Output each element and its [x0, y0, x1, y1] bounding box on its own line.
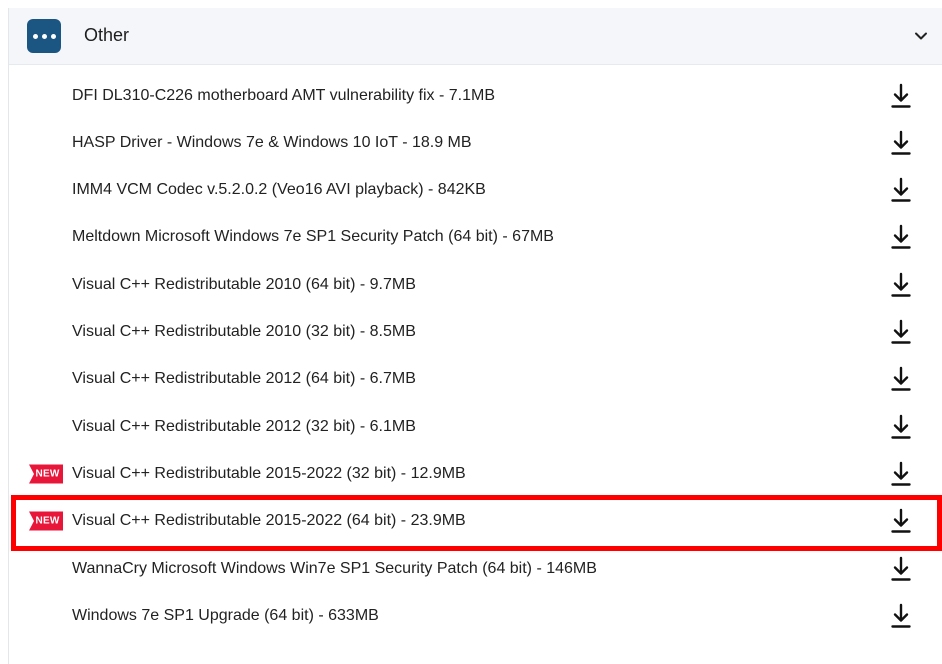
download-row[interactable]: Visual C++ Redistributable 2010 (32 bit)… — [9, 309, 942, 356]
download-icon[interactable] — [891, 83, 911, 109]
new-badge: NEW — [29, 464, 63, 484]
download-row[interactable]: DFI DL310-C226 motherboard AMT vulnerabi… — [9, 72, 942, 119]
download-row[interactable]: HASP Driver - Windows 7e & Windows 10 Io… — [9, 119, 942, 166]
download-icon[interactable] — [891, 177, 911, 203]
downloads-panel: Other DFI DL310-C226 motherboard AMT vul… — [8, 8, 942, 664]
chevron-down-icon[interactable] — [913, 28, 929, 44]
download-icon[interactable] — [891, 556, 911, 582]
download-link[interactable]: DFI DL310-C226 motherboard AMT vulnerabi… — [72, 87, 495, 105]
download-row[interactable]: Windows 7e SP1 Upgrade (64 bit) - 633MB — [9, 592, 942, 639]
download-link[interactable]: Visual C++ Redistributable 2012 (64 bit)… — [72, 370, 416, 388]
download-link[interactable]: Windows 7e SP1 Upgrade (64 bit) - 633MB — [72, 607, 379, 625]
download-icon[interactable] — [891, 461, 911, 487]
download-link[interactable]: Visual C++ Redistributable 2015-2022 (64… — [72, 512, 466, 530]
download-link[interactable]: Visual C++ Redistributable 2010 (32 bit)… — [72, 323, 416, 341]
download-row[interactable]: Visual C++ Redistributable 2012 (64 bit)… — [9, 356, 942, 403]
download-link[interactable]: Visual C++ Redistributable 2015-2022 (32… — [72, 465, 466, 483]
new-badge-label: NEW — [35, 515, 60, 527]
download-icon[interactable] — [891, 272, 911, 298]
download-link[interactable]: Visual C++ Redistributable 2010 (64 bit)… — [72, 276, 416, 294]
download-row[interactable]: NEW Visual C++ Redistributable 2015-2022 … — [9, 450, 942, 497]
section-title: Other — [84, 25, 130, 45]
download-icon[interactable] — [891, 319, 911, 345]
download-icon[interactable] — [891, 130, 911, 156]
download-link[interactable]: IMM4 VCM Codec v.5.2.0.2 (Veo16 AVI play… — [72, 181, 486, 199]
section-header-other[interactable]: Other — [9, 8, 942, 65]
more-dots-icon — [27, 19, 61, 53]
download-row[interactable]: NEW Visual C++ Redistributable 2015-2022 … — [9, 494, 942, 551]
download-link[interactable]: WannaCry Microsoft Windows Win7e SP1 Sec… — [72, 560, 597, 578]
download-row[interactable]: Meltdown Microsoft Windows 7e SP1 Securi… — [9, 214, 942, 261]
new-badge-label: NEW — [35, 468, 60, 480]
download-row[interactable]: Visual C++ Redistributable 2010 (64 bit)… — [9, 261, 942, 308]
download-link[interactable]: Meltdown Microsoft Windows 7e SP1 Securi… — [72, 228, 554, 246]
download-link[interactable]: HASP Driver - Windows 7e & Windows 10 Io… — [72, 134, 472, 152]
download-row[interactable]: WannaCry Microsoft Windows Win7e SP1 Sec… — [9, 545, 942, 592]
download-icon[interactable] — [891, 603, 911, 629]
download-icon[interactable] — [891, 508, 911, 534]
download-icon[interactable] — [891, 414, 911, 440]
download-row[interactable]: IMM4 VCM Codec v.5.2.0.2 (Veo16 AVI play… — [9, 167, 942, 214]
new-badge: NEW — [29, 511, 63, 531]
download-icon[interactable] — [891, 224, 911, 250]
download-link[interactable]: Visual C++ Redistributable 2012 (32 bit)… — [72, 418, 416, 436]
download-icon[interactable] — [891, 366, 911, 392]
download-row[interactable]: Visual C++ Redistributable 2012 (32 bit)… — [9, 403, 942, 450]
